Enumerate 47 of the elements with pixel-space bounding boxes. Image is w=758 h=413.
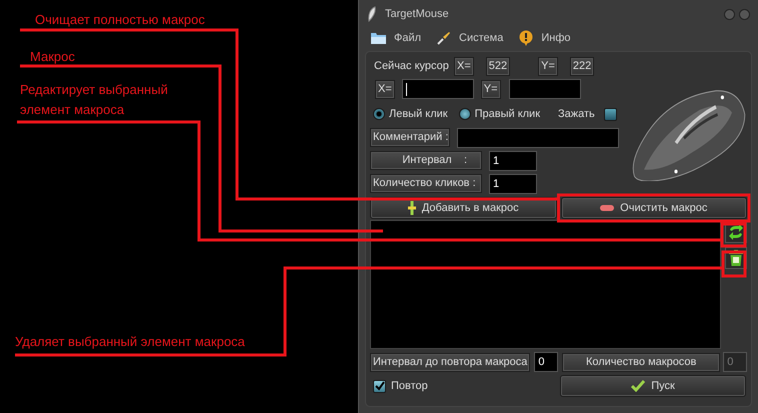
repeat-interval-label: Интервал до повтора макроса [370,352,530,372]
radio-label: Левый клик [389,106,448,122]
annotation-text: Удаляет выбранный элемент макроса [15,333,245,351]
start-button[interactable]: Пуск [560,375,746,397]
input-field[interactable] [457,128,619,148]
input-field[interactable]: 1 [489,174,537,194]
field-label: Комментарий : [370,128,450,147]
hold-checkbox[interactable] [604,108,617,120]
x-label: X= [375,80,395,98]
macro-count-label: Количество макросов [562,352,720,372]
annotation-text: Макрос [30,48,75,66]
feather-icon [367,6,377,22]
minus-icon [600,205,614,211]
repeat-interval-field[interactable]: 0 [534,352,558,372]
input-field[interactable]: 1 [489,150,537,170]
macro-list[interactable] [370,220,721,349]
x-input-field[interactable] [402,79,474,99]
y-input-field[interactable] [508,79,581,99]
highlight-frame [722,250,746,278]
exclamation-icon [519,30,534,46]
brush-icon [437,31,452,45]
annotation-text: Очищает полностью макрос [35,11,205,29]
swap-arrows-icon [728,224,744,240]
menu-item[interactable]: Файл [394,30,422,46]
window-title: TargetMouse [385,6,449,22]
repeat-label: Повтор [391,378,428,394]
radio-label: Правый клик [474,106,540,122]
y-label: Y= [538,56,558,76]
check-icon [631,380,646,392]
folder-icon [371,32,386,44]
annotation-text: Редактирует выбранный элемент макроса [20,81,169,119]
y-label: Y= [480,80,501,98]
clear-macro-button[interactable]: Очистить макрос [560,197,747,219]
menu-item[interactable]: Система [459,30,504,46]
plus-icon [408,201,416,215]
radio-button[interactable] [458,108,471,120]
cursor-label: Сейчас курсор [374,58,450,74]
trash-icon [729,250,743,266]
field-label: Количество кликов : [370,174,482,193]
radio-button[interactable] [373,108,385,120]
x-value: 522 [486,56,510,76]
field-label: Интервал : [370,151,482,170]
x-label: X= [454,56,474,76]
repeat-checkbox[interactable] [373,380,386,392]
hold-label: Зажать [558,106,595,122]
menu-item[interactable]: Инфо [541,30,571,46]
y-value: 222 [570,56,594,76]
